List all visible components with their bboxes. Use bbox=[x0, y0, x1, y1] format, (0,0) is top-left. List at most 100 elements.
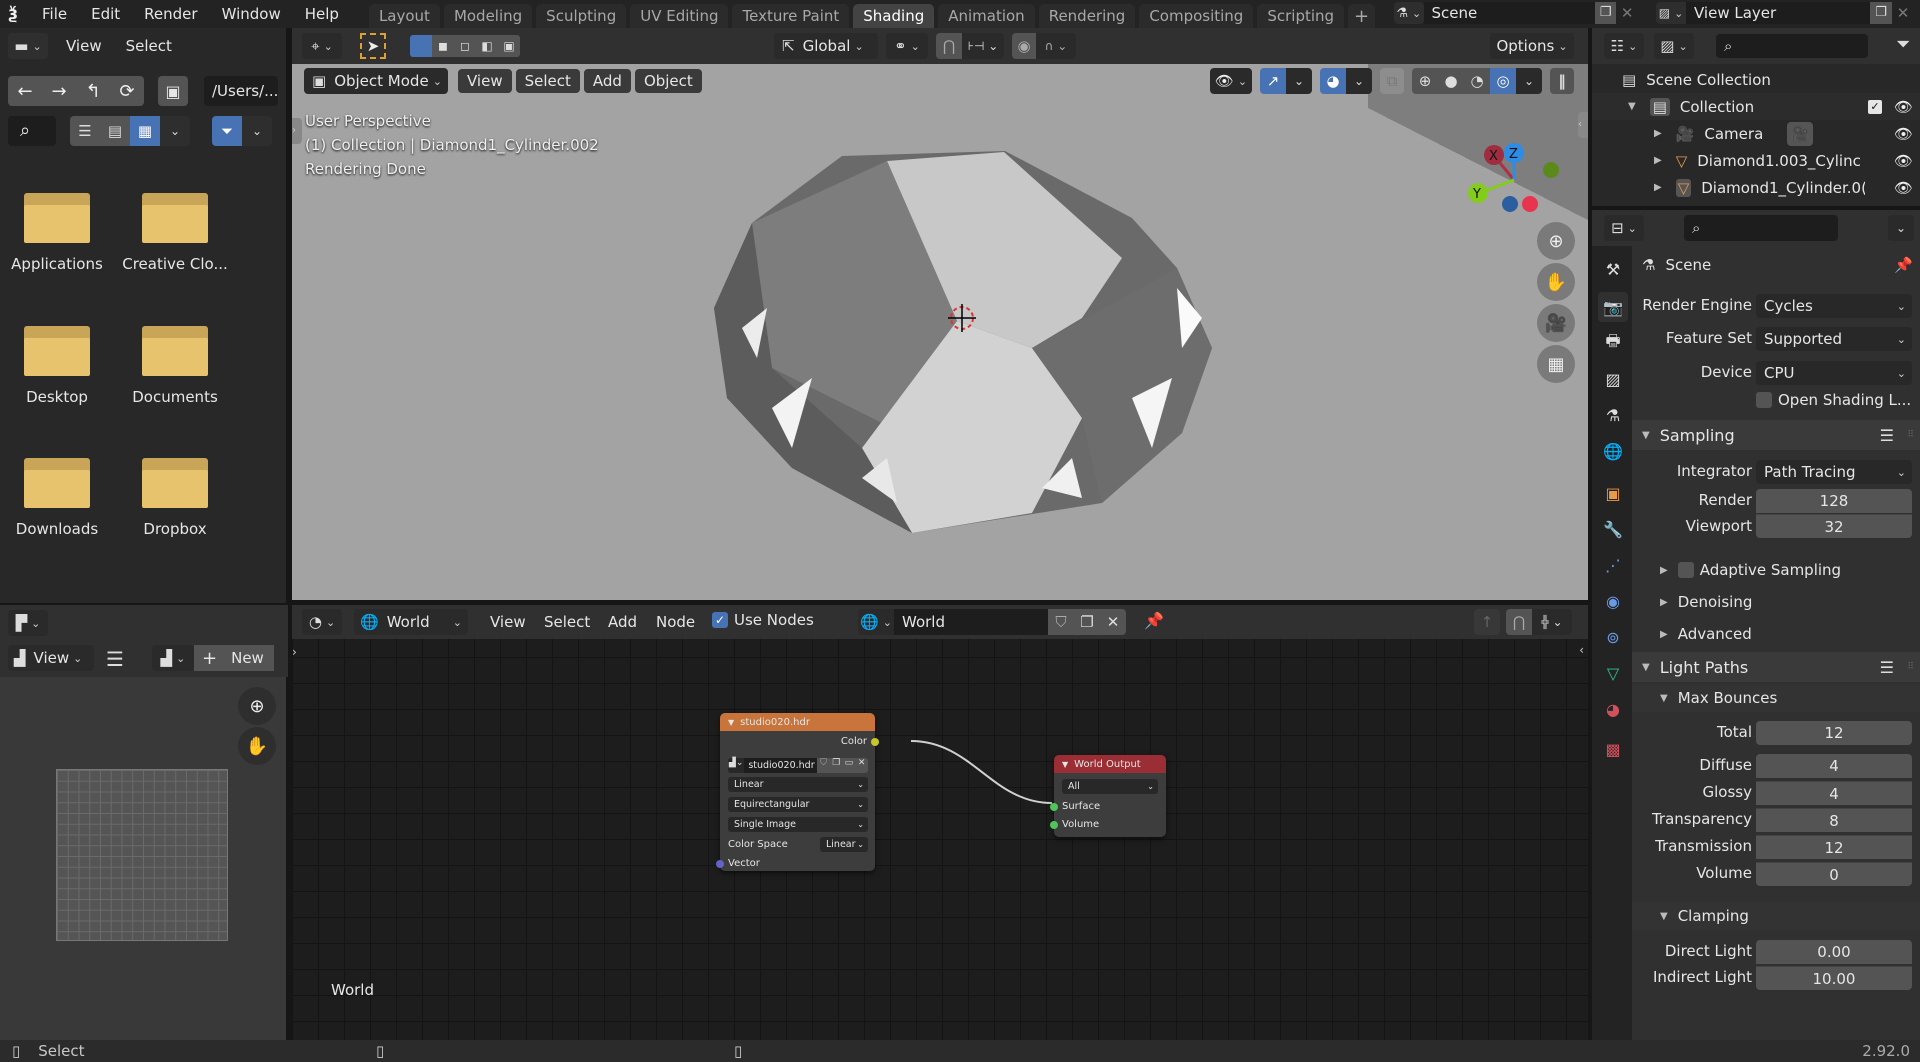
editor-type-button[interactable]: ⊟ ⌄ bbox=[1604, 215, 1644, 241]
glossy-bounces-field[interactable]: 4 bbox=[1756, 781, 1912, 805]
arrow-right-icon[interactable]: → bbox=[42, 81, 76, 102]
snap-magnet-icon[interactable]: ⋂ bbox=[936, 33, 962, 59]
world-tab-icon[interactable]: 🌐 bbox=[1598, 436, 1628, 466]
list-horizontal-icon[interactable]: ▤ bbox=[100, 116, 130, 146]
world-output-node[interactable]: ▼ World Output All ⌄ Surface Volume bbox=[1050, 755, 1166, 837]
pin-icon[interactable]: 📌 bbox=[1894, 256, 1913, 274]
ne-menu-add[interactable]: Add bbox=[608, 613, 637, 631]
select-new-icon[interactable] bbox=[410, 35, 432, 57]
navigation-gizmo[interactable]: X Z Y bbox=[1462, 123, 1572, 233]
environment-texture-node[interactable]: ▼ studio020.hdr Color ▟⌄ studio020.hdr ⛉… bbox=[716, 713, 879, 871]
rendered-shading-icon[interactable]: ◎ bbox=[1490, 68, 1516, 94]
open-folder-icon[interactable]: ▭ bbox=[842, 758, 856, 773]
folder-item[interactable]: Documents bbox=[120, 326, 230, 406]
pin-icon[interactable]: 📌 bbox=[1144, 611, 1164, 630]
view-layer-name-field[interactable]: View Layer bbox=[1686, 2, 1870, 24]
image-browse-icon[interactable]: ▟⌄ bbox=[728, 758, 745, 773]
pan-hand-icon[interactable]: ✋ bbox=[1537, 263, 1575, 301]
fb-search-icon[interactable]: ⌕ bbox=[8, 116, 56, 146]
toolbar-expand-icon[interactable]: › bbox=[292, 118, 302, 144]
object-tab-icon[interactable]: ▣ bbox=[1598, 478, 1628, 508]
ne-menu-node[interactable]: Node bbox=[656, 613, 695, 631]
drag-handle-icon[interactable]: ⠿ bbox=[1907, 662, 1914, 672]
outliner-row[interactable]: ▶ ▽ Diamond1.003_Cylinc 👁 bbox=[1592, 147, 1920, 174]
drag-handle-icon[interactable]: ⠿ bbox=[1907, 430, 1914, 440]
tab-animation[interactable]: Animation bbox=[938, 4, 1035, 28]
exclude-checkbox-icon[interactable]: ✓ bbox=[1868, 99, 1882, 114]
filter-icon[interactable]: ⏷ bbox=[1896, 34, 1910, 55]
outliner-row[interactable]: ▶ ▽ Diamond1_Cylinder.0( 👁 bbox=[1592, 174, 1920, 201]
sidebar-expand-icon[interactable]: ‹ bbox=[1578, 112, 1588, 138]
filter-icon[interactable]: ⏷ bbox=[212, 116, 242, 146]
view-mode-dropdown[interactable]: ▟ View ⌄ bbox=[8, 645, 94, 671]
directory-path-field[interactable]: /Users/... bbox=[204, 76, 278, 106]
chevron-down-icon[interactable]: ⌄ bbox=[1346, 68, 1372, 94]
editor-type-button[interactable]: ☷ ⌄ bbox=[1604, 33, 1644, 59]
chevron-down-icon[interactable]: ⌄ bbox=[1286, 68, 1312, 94]
volume-bounces-field[interactable]: 0 bbox=[1756, 862, 1912, 886]
unlink-image-icon[interactable]: ✕ bbox=[855, 758, 868, 773]
collapse-triangle-icon[interactable]: ▼ bbox=[728, 718, 734, 727]
eye-icon[interactable]: 👁 bbox=[1894, 179, 1913, 197]
list-vertical-icon[interactable]: ☰ bbox=[70, 116, 100, 146]
arrow-left-icon[interactable]: ← bbox=[8, 81, 42, 102]
projection-dropdown[interactable]: Equirectangular ⌄ bbox=[728, 797, 868, 812]
integrator-dropdown[interactable]: Path Tracing ⌄ bbox=[1756, 460, 1912, 484]
interaction-mode-dropdown[interactable]: ▣ Object Mode ⌄ bbox=[304, 68, 448, 94]
menu-render[interactable]: Render bbox=[144, 5, 197, 23]
viewport-samples-field[interactable]: 32 bbox=[1756, 514, 1912, 538]
editor-type-button[interactable]: ▬ ⌄ bbox=[8, 33, 48, 59]
eye-icon[interactable]: 👁 bbox=[1894, 152, 1913, 170]
neg-z-axis-handle[interactable] bbox=[1502, 196, 1518, 212]
outliner-search-input[interactable]: ⌕ bbox=[1716, 34, 1868, 58]
hamburger-menu-icon[interactable]: ☰ bbox=[106, 647, 124, 671]
outliner-row[interactable]: ▼ ▤ Collection ✓ 👁 bbox=[1592, 93, 1920, 120]
eye-icon[interactable]: 👁 bbox=[1894, 125, 1913, 143]
render-engine-dropdown[interactable]: Cycles ⌄ bbox=[1756, 294, 1912, 318]
tab-layout[interactable]: Layout bbox=[368, 4, 440, 28]
proportional-edit-icon[interactable]: ◉ bbox=[1012, 33, 1036, 59]
shader-type-dropdown[interactable]: 🌐 World ⌄ bbox=[354, 609, 468, 635]
use-nodes-toggle[interactable]: ✓ Use Nodes bbox=[712, 611, 814, 629]
vp-menu-select[interactable]: Select bbox=[515, 69, 580, 93]
parent-node-tree-icon[interactable]: ↑ bbox=[1474, 609, 1500, 635]
shader-node-editor[interactable]: ◔ ⌄ 🌐 World ⌄ View Select Add Node ✓ Use … bbox=[292, 605, 1588, 1040]
denoising-subpanel[interactable]: ▶ Denoising bbox=[1632, 588, 1920, 616]
volume-input-socket[interactable] bbox=[1050, 821, 1058, 829]
gizmo-icon[interactable]: ↗ bbox=[1260, 68, 1286, 94]
menu-file[interactable]: File bbox=[42, 5, 67, 23]
folder-item[interactable]: Applications bbox=[2, 193, 112, 273]
sidebar-expand-icon[interactable]: ‹ bbox=[1579, 643, 1584, 657]
view-layer-tab-icon[interactable]: ▨ bbox=[1598, 364, 1628, 394]
physics-tab-icon[interactable]: ◉ bbox=[1598, 586, 1628, 616]
tab-compositing[interactable]: Compositing bbox=[1139, 4, 1254, 28]
constraints-tab-icon[interactable]: ⊚ bbox=[1598, 622, 1628, 652]
expand-triangle-icon[interactable]: ▼ bbox=[1628, 101, 1636, 112]
tab-modeling[interactable]: Modeling bbox=[443, 4, 533, 28]
node-header[interactable]: ▼ studio020.hdr bbox=[720, 713, 875, 731]
tab-sculpting[interactable]: Sculpting bbox=[536, 4, 627, 28]
duplicate-world-icon[interactable]: ❐ bbox=[1074, 609, 1100, 635]
delete-view-layer-icon[interactable]: ✕ bbox=[1892, 2, 1914, 24]
camera-view-icon[interactable]: 🎥 bbox=[1537, 304, 1575, 342]
chevron-down-icon[interactable]: ⌄ bbox=[160, 116, 190, 146]
tab-uv-editing[interactable]: UV Editing bbox=[630, 4, 729, 28]
neg-y-axis-handle[interactable] bbox=[1543, 162, 1559, 178]
expand-triangle-icon[interactable]: ▶ bbox=[1654, 155, 1662, 166]
tab-scripting[interactable]: Scripting bbox=[1257, 4, 1345, 28]
pause-render-icon[interactable]: ‖ bbox=[1550, 68, 1574, 94]
options-dropdown[interactable]: Options ⌄ bbox=[1490, 33, 1574, 59]
target-dropdown[interactable]: All ⌄ bbox=[1062, 779, 1158, 794]
duplicate-scene-icon[interactable]: ❐ bbox=[1594, 2, 1617, 24]
select-intersect-icon[interactable]: ▣ bbox=[498, 35, 520, 57]
snap-increment-icon[interactable]: ⊦⊣ ⌄ bbox=[962, 33, 1004, 59]
delete-scene-icon[interactable]: ✕ bbox=[1616, 2, 1638, 24]
material-preview-icon[interactable]: ◔ bbox=[1464, 68, 1490, 94]
sampling-section-header[interactable]: ▼ Sampling ☰ ⠿ bbox=[1632, 420, 1920, 450]
vp-menu-object[interactable]: Object bbox=[634, 69, 702, 93]
chevron-down-icon[interactable]: ⌄ bbox=[1516, 68, 1542, 94]
ne-menu-view[interactable]: View bbox=[490, 613, 526, 631]
max-bounces-subpanel[interactable]: ▼ Max Bounces bbox=[1632, 684, 1920, 712]
outliner-row[interactable]: ▤ Scene Collection bbox=[1592, 66, 1920, 93]
unlink-world-icon[interactable]: ✕ bbox=[1100, 609, 1126, 635]
